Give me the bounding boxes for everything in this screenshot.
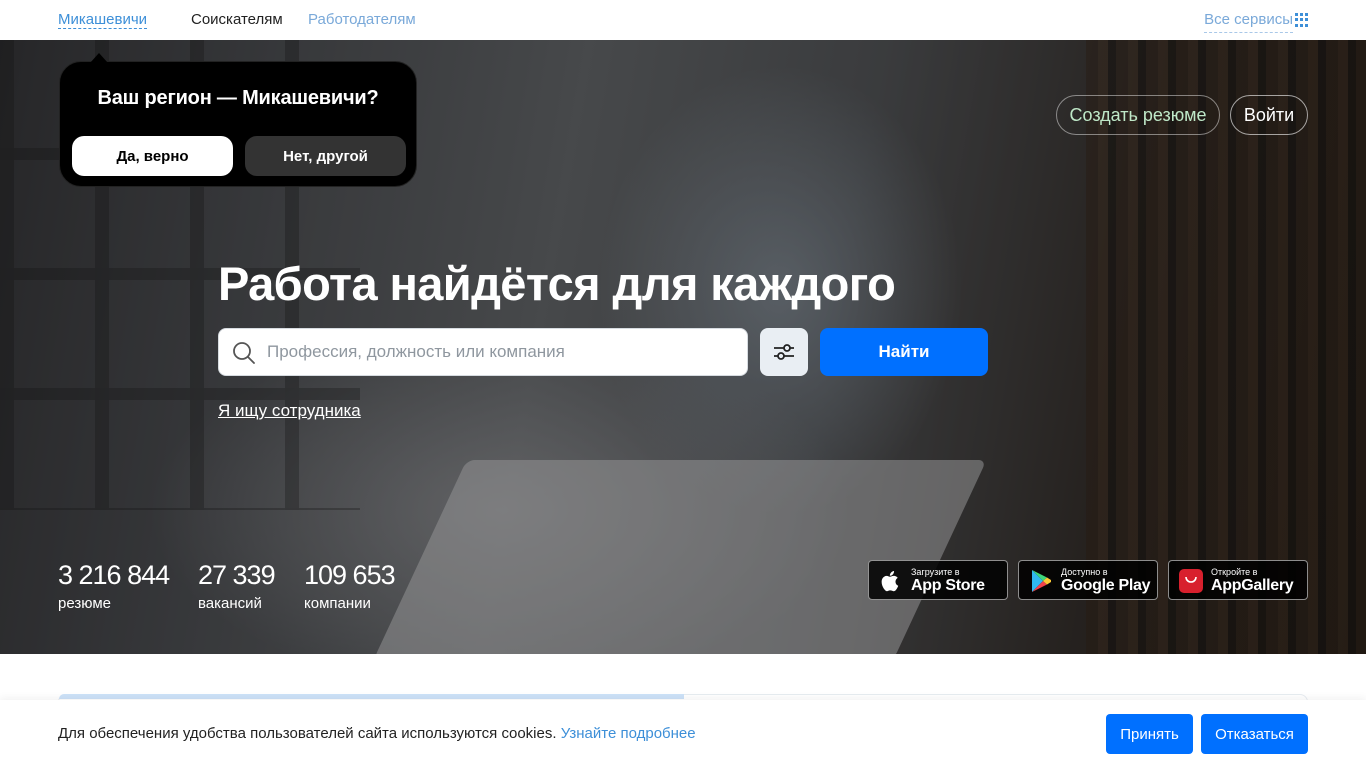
region-no-button[interactable]: Нет, другой xyxy=(245,136,406,176)
google-play-badge[interactable]: Доступно в Google Play xyxy=(1018,560,1158,600)
cookie-banner: Для обеспечения удобства пользователей с… xyxy=(0,700,1366,768)
search-box[interactable] xyxy=(218,328,748,376)
store-caption: Откройте в xyxy=(1211,567,1258,577)
region-question: Ваш регион — Микашевичи? xyxy=(97,87,379,109)
stat-vacancies: 27 339 вакансий xyxy=(198,560,276,613)
stat-label: компании xyxy=(304,595,371,612)
nav-seekers[interactable]: Соискателям xyxy=(191,11,283,28)
app-store-badge[interactable]: Загрузите в App Store xyxy=(868,560,1008,600)
employer-search-link[interactable]: Я ищу сотрудника xyxy=(218,401,361,421)
store-name: App Store xyxy=(911,577,985,594)
huawei-icon xyxy=(1179,569,1203,593)
find-button[interactable]: Найти xyxy=(820,328,988,376)
page-title: Работа найдётся для каждого xyxy=(218,257,896,310)
cookie-decline-button[interactable]: Отказаться xyxy=(1201,714,1308,754)
stat-label: вакансий xyxy=(198,595,262,612)
region-yes-button[interactable]: Да, верно xyxy=(72,136,233,176)
stat-value: 27 339 xyxy=(198,560,276,590)
city-selector[interactable]: Микашевичи xyxy=(58,11,148,29)
cookie-message: Для обеспечения удобства пользователей с… xyxy=(58,725,557,742)
google-play-icon xyxy=(1032,570,1051,592)
cookie-text-wrap: Для обеспечения удобства пользователей с… xyxy=(58,725,696,742)
region-confirm-popup: Ваш регион — Микашевичи? Да, верно Нет, … xyxy=(59,53,417,187)
apple-icon xyxy=(881,571,899,592)
search-input[interactable] xyxy=(267,329,737,375)
stat-resumes: 3 216 844 резюме xyxy=(58,560,170,613)
advanced-search-button[interactable] xyxy=(760,328,808,376)
stat-label: резюме xyxy=(58,595,111,612)
all-services-link[interactable]: Все сервисы xyxy=(1204,11,1293,33)
stat-value: 3 216 844 xyxy=(58,560,170,590)
stat-companies: 109 653 компании xyxy=(304,560,396,613)
login-button[interactable]: Войти xyxy=(1230,95,1308,135)
filter-sliders-icon xyxy=(774,344,794,360)
search-icon xyxy=(233,342,255,364)
cookie-more-link[interactable]: Узнайте подробнее xyxy=(561,725,696,742)
store-caption: Загрузите в xyxy=(911,567,960,577)
stat-value: 109 653 xyxy=(304,560,396,590)
store-name: Google Play xyxy=(1061,577,1151,594)
top-navigation: Микашевичи Соискателям Работодателям Все… xyxy=(0,0,1366,40)
store-name: AppGallery xyxy=(1211,577,1294,594)
active-tab-indicator xyxy=(59,694,684,699)
cookie-accept-button[interactable]: Принять xyxy=(1106,714,1193,754)
create-resume-button[interactable]: Создать резюме xyxy=(1056,95,1220,135)
apps-grid-icon[interactable] xyxy=(1295,13,1309,27)
store-caption: Доступно в xyxy=(1061,567,1108,577)
nav-employers[interactable]: Работодателям xyxy=(308,11,416,28)
appgallery-badge[interactable]: Откройте в AppGallery xyxy=(1168,560,1308,600)
